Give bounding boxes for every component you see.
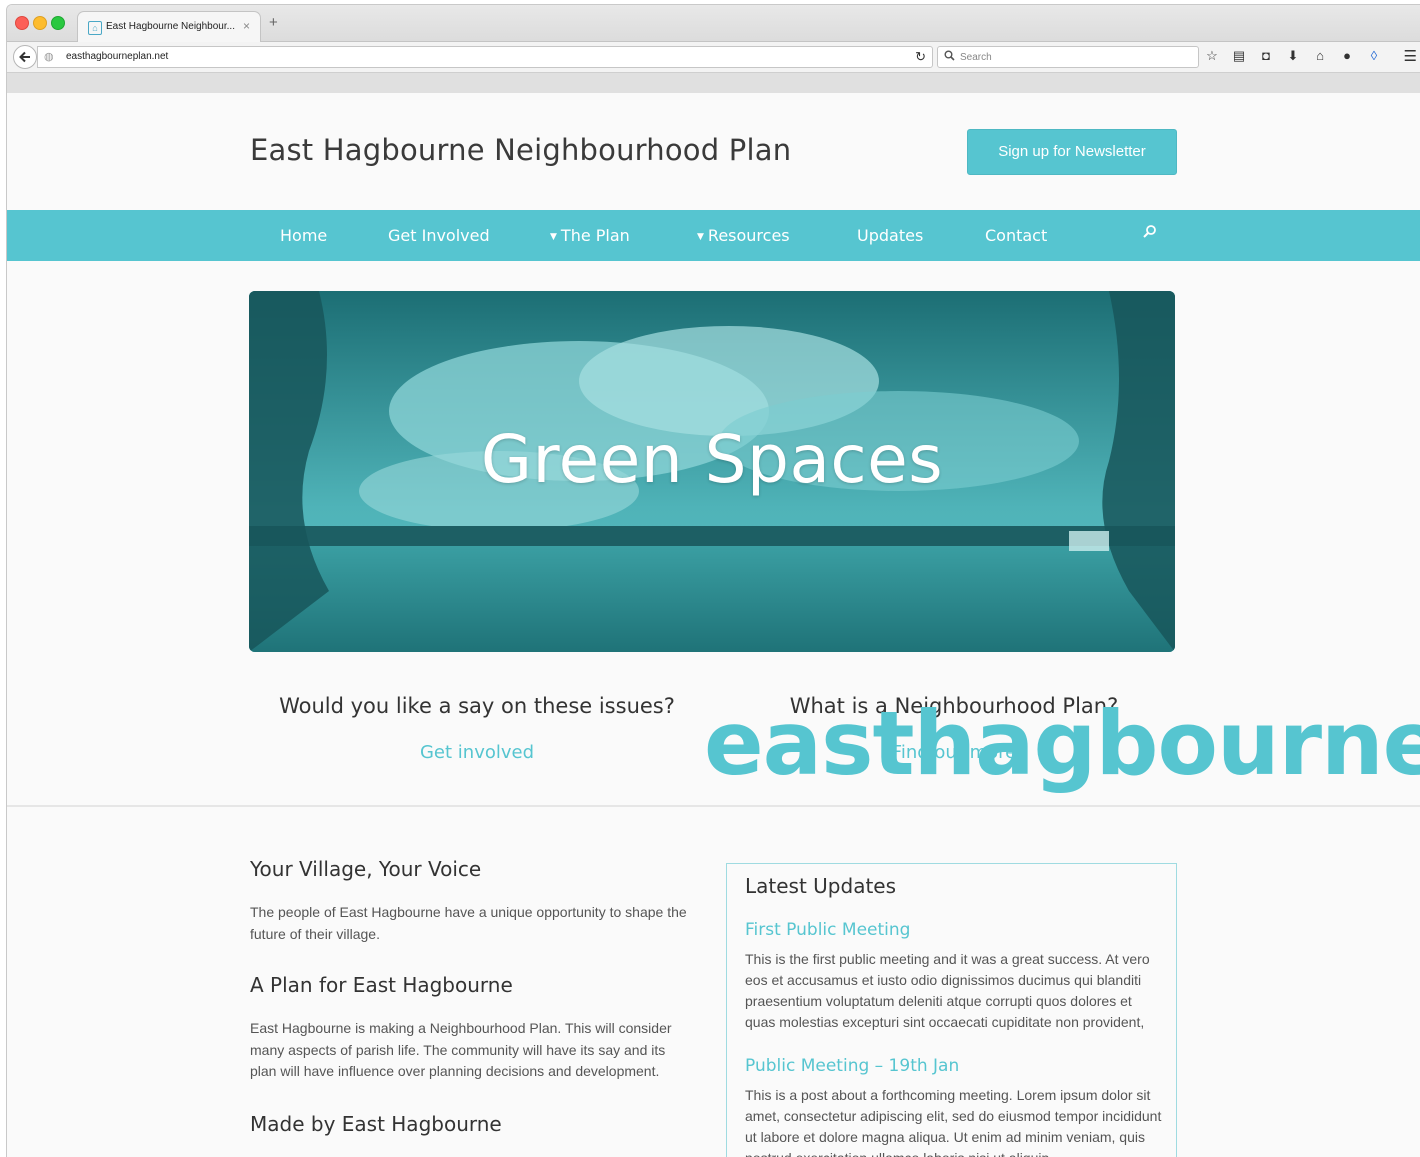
- home-icon[interactable]: ⌂: [1313, 48, 1327, 64]
- star-icon[interactable]: ☆: [1205, 48, 1219, 64]
- globe-icon: ◍: [44, 51, 54, 63]
- browser-tab[interactable]: ⌂ East Hagbourne Neighbour... ×: [77, 11, 261, 42]
- search-placeholder: Search: [960, 52, 992, 63]
- zoom-window-button[interactable]: [51, 16, 65, 30]
- nav-label: The Plan: [560, 226, 630, 245]
- nav-label: Resources: [707, 226, 790, 245]
- post-title-link[interactable]: Public Meeting – 19th Jan: [745, 1056, 959, 1076]
- close-window-button[interactable]: [15, 16, 29, 30]
- reading-list-icon[interactable]: ▤: [1232, 48, 1246, 64]
- nav-label: Get Involved: [388, 226, 490, 245]
- browser-window: ⌂ East Hagbourne Neighbour... × + ◍ east…: [6, 4, 1420, 1157]
- post-excerpt: This is a post about a forthcoming meeti…: [745, 1087, 1162, 1157]
- nav-label: Updates: [857, 226, 924, 245]
- back-arrow-icon: [19, 51, 30, 63]
- tab-strip: ⌂ East Hagbourne Neighbour... × +: [7, 5, 1420, 42]
- heading-your-village: Your Village, Your Voice: [250, 857, 482, 881]
- newsletter-signup-button[interactable]: Sign up for Newsletter: [967, 129, 1177, 175]
- intro-paragraph: The people of East Hagbourne have a uniq…: [250, 904, 687, 942]
- site-title[interactable]: East Hagbourne Neighbourhood Plan: [250, 133, 791, 167]
- nav-item-updates[interactable]: Updates: [857, 226, 923, 245]
- heading-plan: A Plan for East Hagbourne: [250, 973, 513, 997]
- minimize-window-button[interactable]: [33, 16, 47, 30]
- search-input[interactable]: Search: [937, 46, 1199, 68]
- main-nav: Home Get Involved ▼ The Plan ▼ Resources U…: [7, 210, 1420, 261]
- chat-icon[interactable]: ●: [1340, 48, 1354, 64]
- nav-item-the-plan[interactable]: ▼ The Plan: [550, 226, 630, 245]
- nav-toolbar: ◍ easthagbourneplan.net ↻ Search ☆ ▤ ◘ ⬇…: [7, 42, 1420, 73]
- toolbar-spacer: [7, 73, 1420, 93]
- nav-label: Contact: [985, 226, 1048, 245]
- nav-item-home[interactable]: Home: [280, 226, 327, 245]
- pocket-icon[interactable]: ◘: [1259, 48, 1273, 64]
- section-divider: [7, 805, 1420, 807]
- web-page: East Hagbourne Neighbourhood Plan Sign u…: [7, 93, 1420, 1157]
- nav-item-contact[interactable]: Contact: [985, 226, 1047, 245]
- latest-updates-panel: Latest Updates First Public Meeting This…: [726, 863, 1177, 1157]
- hero-banner: Green Spaces: [249, 291, 1175, 652]
- heading-made-by: Made by East Hagbourne: [250, 1112, 502, 1136]
- post-title-link[interactable]: First Public Meeting: [745, 920, 910, 940]
- latest-updates-title: Latest Updates: [745, 874, 897, 898]
- back-button[interactable]: [13, 45, 37, 69]
- hamburger-menu-icon[interactable]: ☰: [1404, 47, 1417, 65]
- search-icon: [944, 50, 955, 61]
- url-bar[interactable]: ◍ easthagbourneplan.net ↻: [37, 46, 933, 68]
- caret-down-icon: ▼: [697, 232, 704, 242]
- tab-close-icon[interactable]: ×: [243, 19, 250, 33]
- nav-search-icon[interactable]: [1142, 224, 1158, 240]
- drop-icon[interactable]: ◊: [1367, 48, 1381, 64]
- cta-question-left: Would you like a say on these issues?: [279, 694, 675, 718]
- toolbar-icons: ☆ ▤ ◘ ⬇ ⌂ ● ◊: [1205, 48, 1381, 64]
- caret-down-icon: ▼: [550, 232, 557, 242]
- url-text: easthagbourneplan.net: [66, 51, 169, 62]
- nav-item-resources[interactable]: ▼ Resources: [697, 226, 790, 245]
- get-involved-link[interactable]: Get involved: [267, 742, 687, 763]
- reload-icon[interactable]: ↻: [915, 49, 926, 65]
- new-tab-button[interactable]: +: [269, 14, 278, 31]
- plan-paragraph: East Hagbourne is making a Neighbourhood…: [250, 1020, 672, 1079]
- site-favicon-icon: ⌂: [88, 21, 102, 35]
- hero-title: Green Spaces: [480, 421, 944, 498]
- tab-title: East Hagbourne Neighbour...: [106, 21, 235, 32]
- download-icon[interactable]: ⬇: [1286, 48, 1300, 64]
- nav-item-get-involved[interactable]: Get Involved: [388, 226, 490, 245]
- post-excerpt: This is the first public meeting and it …: [745, 951, 1150, 1030]
- nav-label: Home: [280, 226, 328, 245]
- easthagbourne-logo-overlay: easthagbourne: [704, 692, 1420, 795]
